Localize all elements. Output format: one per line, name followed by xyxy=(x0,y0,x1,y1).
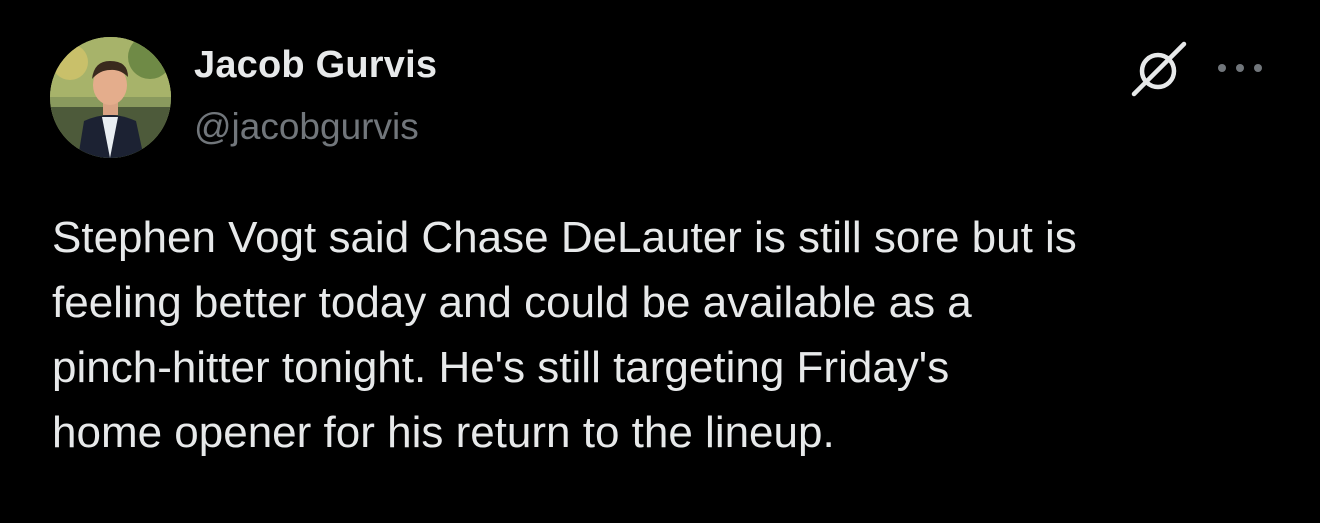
more-options-icon[interactable] xyxy=(1214,56,1266,80)
author-name[interactable]: Jacob Gurvis xyxy=(194,44,437,87)
tweet-text: Stephen Vogt said Chase DeLauter is stil… xyxy=(52,213,1077,457)
avatar[interactable] xyxy=(50,37,171,158)
avatar-photo xyxy=(50,37,171,158)
grok-icon[interactable] xyxy=(1128,38,1190,100)
tweet-card: Jacob Gurvis @jacobgurvis Stephen Vogt s… xyxy=(0,0,1320,523)
author-handle[interactable]: @jacobgurvis xyxy=(194,106,419,148)
